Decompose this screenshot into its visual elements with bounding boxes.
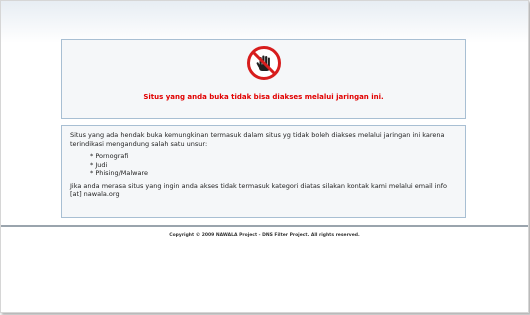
no-entry-hand-icon	[247, 46, 281, 80]
copyright-footer: Copyright © 2009 NAWALA Project - DNS Fi…	[169, 233, 360, 238]
footer-divider	[1, 225, 528, 227]
blocked-notice-panel: Situs yang anda buka tidak bisa diakses …	[61, 39, 466, 119]
category-item: * Phising/Malware	[90, 169, 149, 177]
blocked-info-panel: Situs yang ada hendak buka kemungkinan t…	[61, 125, 466, 218]
browser-page: Situs yang anda buka tidak bisa diakses …	[0, 0, 529, 313]
info-intro: Situs yang ada hendak buka kemungkinan t…	[70, 131, 445, 148]
category-item: * Judi	[90, 160, 108, 169]
contact-text: Jika anda merasa situs yang ingin anda a…	[70, 181, 447, 199]
info-text: Situs yang ada hendak buka kemungkinan t…	[70, 131, 457, 199]
category-item: * Pornografi	[90, 152, 129, 160]
header-gradient	[1, 1, 528, 43]
blocked-warning-message: Situs yang anda buka tidak bisa diakses …	[143, 93, 384, 101]
category-list: * Pornografi * Judi * Phising/Malware	[90, 152, 457, 178]
